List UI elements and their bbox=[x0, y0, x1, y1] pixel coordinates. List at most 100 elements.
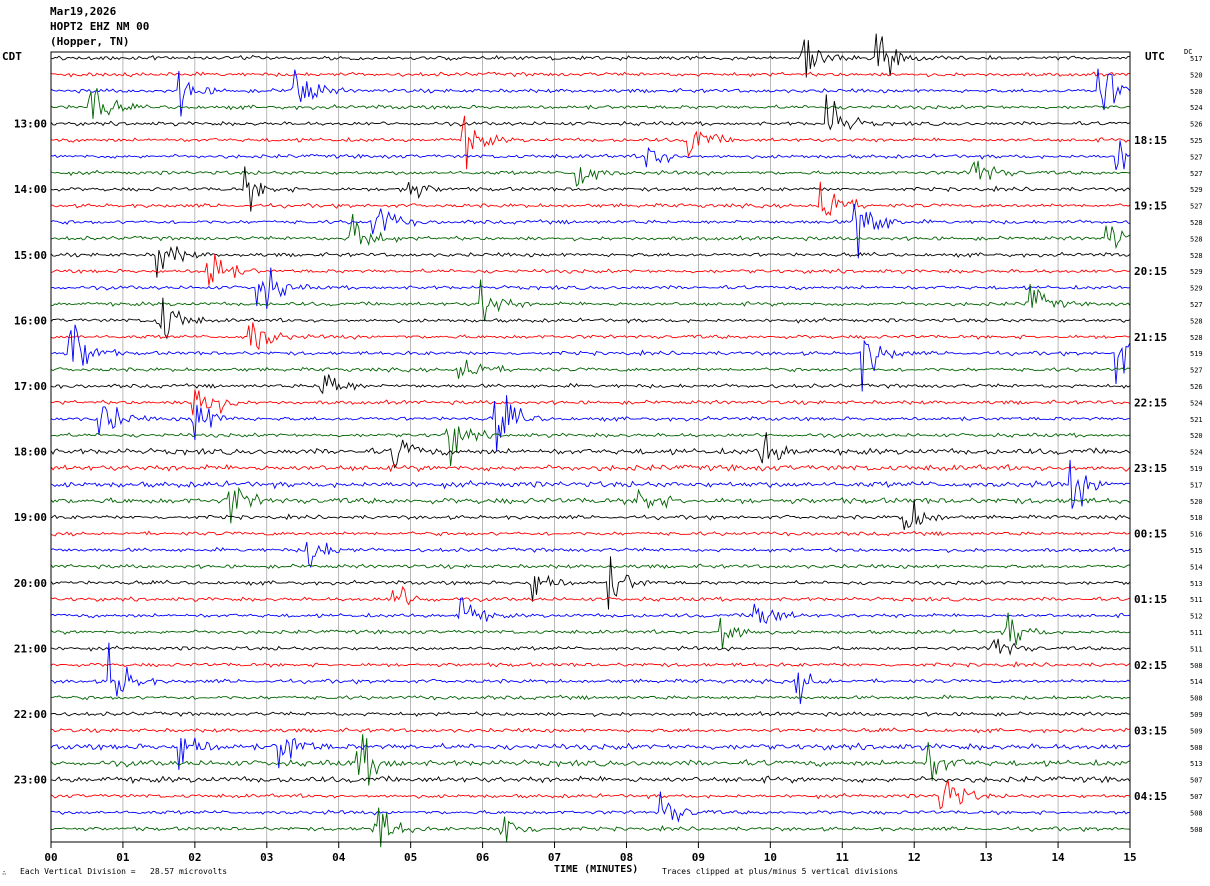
dc-offset-value: 527 bbox=[1190, 203, 1203, 211]
dc-offset-value: 529 bbox=[1190, 268, 1203, 276]
seismic-trace-37 bbox=[50, 661, 1131, 668]
right-hour-label: 19:15 bbox=[1134, 200, 1167, 213]
dc-offset-value: 529 bbox=[1190, 186, 1203, 194]
seismic-trace-17 bbox=[50, 322, 1131, 351]
x-tick-label: 09 bbox=[692, 851, 705, 864]
dc-offset-value: 519 bbox=[1190, 350, 1203, 358]
x-tick-label: 00 bbox=[44, 851, 57, 864]
dc-column-label: DC bbox=[1184, 48, 1193, 56]
dc-offset-value: 518 bbox=[1190, 514, 1203, 522]
seismic-trace-40 bbox=[50, 711, 1131, 717]
left-timezone: CDT bbox=[2, 50, 22, 63]
x-tick-label: 02 bbox=[188, 851, 201, 864]
dc-offset-value: 528 bbox=[1190, 334, 1203, 342]
dc-offset-value: 525 bbox=[1190, 137, 1203, 145]
seismic-trace-10 bbox=[50, 203, 1131, 259]
seismic-trace-44 bbox=[50, 775, 1131, 784]
seismic-trace-24 bbox=[50, 432, 1131, 469]
dc-offset-value: 509 bbox=[1190, 711, 1203, 719]
x-tick-label: 05 bbox=[404, 851, 417, 864]
seismic-trace-21 bbox=[50, 389, 1131, 416]
dc-offset-value: 516 bbox=[1190, 531, 1203, 539]
right-hour-label: 03:15 bbox=[1134, 724, 1167, 737]
left-hour-label: 13:00 bbox=[14, 118, 47, 131]
x-tick-label: 13 bbox=[980, 851, 993, 864]
seismic-trace-33 bbox=[50, 585, 1131, 606]
dc-offset-value: 528 bbox=[1190, 219, 1203, 227]
seismic-trace-13 bbox=[50, 253, 1131, 286]
dc-offset-value: 526 bbox=[1190, 383, 1203, 391]
dc-offset-value: 513 bbox=[1190, 760, 1203, 768]
dc-offset-value: 519 bbox=[1190, 465, 1203, 473]
dc-offset-value: 508 bbox=[1190, 744, 1203, 752]
seismic-trace-0 bbox=[50, 33, 1130, 78]
right-hour-label: 04:15 bbox=[1134, 790, 1167, 803]
header-location: (Hopper, TN) bbox=[50, 35, 130, 48]
right-hour-label: 21:15 bbox=[1134, 331, 1167, 344]
dc-offset-value: 527 bbox=[1190, 367, 1203, 375]
dc-offset-value: 527 bbox=[1190, 301, 1203, 309]
x-tick-label: 03 bbox=[260, 851, 273, 864]
axis-labels: 00 01 02 03 04 05 06 07 08 09 10 11 12 13 14 1513:0014:… bbox=[14, 55, 1203, 864]
dc-offset-value: 526 bbox=[1190, 121, 1203, 129]
seismic-trace-20 bbox=[50, 374, 1131, 395]
x-tick-label: 15 bbox=[1123, 851, 1136, 864]
dc-offset-value: 528 bbox=[1190, 235, 1203, 243]
seismic-trace-1 bbox=[50, 71, 1131, 78]
seismic-trace-23 bbox=[50, 426, 1131, 467]
seismic-trace-35 bbox=[50, 612, 1131, 650]
left-hour-label: 18:00 bbox=[14, 446, 47, 459]
seismic-trace-42 bbox=[50, 737, 1131, 770]
seismic-trace-25 bbox=[50, 463, 1131, 473]
seismic-trace-9 bbox=[50, 181, 1131, 217]
right-hour-label: 01:15 bbox=[1134, 593, 1167, 606]
dc-offset-value: 512 bbox=[1190, 613, 1203, 621]
dc-offset-value: 514 bbox=[1190, 678, 1203, 686]
seismic-trace-19 bbox=[50, 359, 1131, 379]
dc-offset-value: 527 bbox=[1190, 153, 1203, 161]
clip-note: Traces clipped at plus/minus 5 vertical … bbox=[662, 867, 899, 876]
dc-offset-value: 520 bbox=[1190, 71, 1203, 79]
dc-offset-value: 508 bbox=[1190, 662, 1203, 670]
seismic-trace-4 bbox=[50, 94, 1131, 131]
right-hour-label: 00:15 bbox=[1134, 528, 1167, 541]
x-tick-label: 04 bbox=[332, 851, 346, 864]
dc-offset-value: 511 bbox=[1190, 645, 1203, 653]
right-hour-label: 23:15 bbox=[1134, 462, 1167, 475]
seismic-trace-11 bbox=[50, 213, 1131, 250]
dc-offset-value: 507 bbox=[1190, 777, 1203, 785]
dc-offset-value: 520 bbox=[1190, 498, 1203, 506]
left-hour-label: 19:00 bbox=[14, 511, 47, 524]
dc-offset-value: 513 bbox=[1190, 580, 1203, 588]
left-hour-label: 22:00 bbox=[14, 708, 47, 721]
dc-offset-value: 528 bbox=[1190, 317, 1203, 325]
seismic-trace-45 bbox=[50, 779, 1131, 810]
dc-offset-value: 515 bbox=[1190, 547, 1203, 555]
seismic-trace-30 bbox=[50, 541, 1131, 569]
seismic-trace-5 bbox=[50, 115, 1131, 170]
dc-offset-value: 528 bbox=[1190, 252, 1203, 260]
seismic-trace-12 bbox=[50, 246, 1131, 278]
dc-offset-value: 508 bbox=[1190, 809, 1203, 817]
right-timezone: UTC bbox=[1145, 50, 1165, 63]
seismic-trace-6 bbox=[50, 140, 1131, 170]
dc-offset-value: 508 bbox=[1190, 826, 1203, 834]
dc-offset-value: 527 bbox=[1190, 170, 1203, 178]
dc-offset-value: 529 bbox=[1190, 285, 1203, 293]
seismic-trace-7 bbox=[50, 160, 1131, 187]
x-tick-label: 01 bbox=[116, 851, 130, 864]
x-tick-label: 11 bbox=[836, 851, 850, 864]
header-station: HOPT2 EHZ NM 00 bbox=[50, 20, 150, 33]
scale-note: Each Vertical Division = 28.57 microvolt… bbox=[20, 867, 228, 876]
seismic-trace-38 bbox=[50, 642, 1131, 705]
seismic-trace-18 bbox=[50, 324, 1131, 392]
left-hour-label: 23:00 bbox=[14, 774, 47, 787]
seismic-trace-36 bbox=[50, 638, 1131, 656]
seismic-trace-29 bbox=[50, 530, 1131, 537]
x-tick-label: 10 bbox=[764, 851, 777, 864]
x-tick-label: 14 bbox=[1051, 851, 1065, 864]
dc-offset-value: 511 bbox=[1190, 596, 1203, 604]
dc-offset-value: 517 bbox=[1190, 481, 1203, 489]
seismic-trace-34 bbox=[50, 597, 1131, 625]
dc-offset-value: 509 bbox=[1190, 727, 1203, 735]
